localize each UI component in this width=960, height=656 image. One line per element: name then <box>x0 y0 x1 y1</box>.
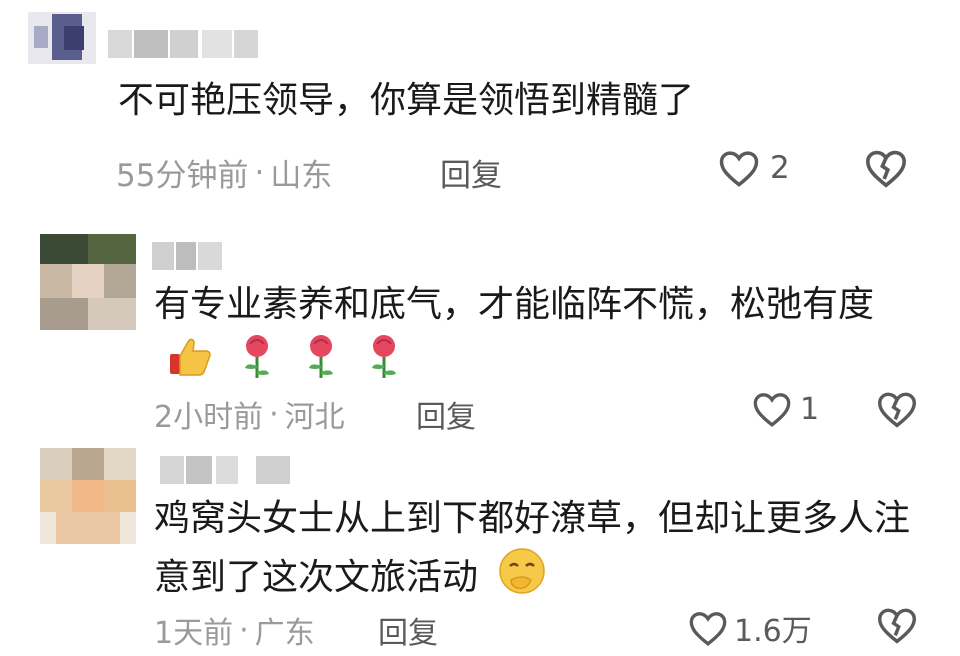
heart-icon <box>689 612 727 646</box>
timestamp: 1天前 <box>154 616 234 651</box>
emoji-rose <box>237 332 277 396</box>
comment-text: 不可艳压领导，你算是领悟到精髓了 <box>118 80 695 121</box>
comment-text: 鸡窝头女士从上到下都好潦草，但却让更多人注意到了这次文旅活动 <box>154 492 914 612</box>
username-blurred[interactable] <box>160 456 290 484</box>
broken-heart-icon <box>877 608 917 644</box>
avatar[interactable] <box>28 12 96 64</box>
reply-button[interactable]: 回复 <box>440 150 502 195</box>
reply-button[interactable]: 回复 <box>378 608 438 652</box>
broken-heart-icon <box>877 392 917 428</box>
dislike-button[interactable] <box>876 390 918 432</box>
like-button[interactable]: 1.6万 <box>688 606 812 650</box>
location: 广东 <box>254 616 315 651</box>
separator-dot: · <box>239 612 249 648</box>
dislike-button[interactable] <box>876 606 918 648</box>
location: 河北 <box>284 400 345 435</box>
comment-meta: 2小时前 · 河北 <box>154 392 345 436</box>
emoji-laugh-cover-face <box>497 546 547 612</box>
location: 山东 <box>270 158 333 194</box>
comment-meta: 1天前 · 广东 <box>154 608 315 652</box>
emoji-rose <box>301 332 341 396</box>
comment-item: 有专业素养和底气，才能临阵不慌，松弛有度 2小时前 · 河北 回复 1 <box>0 220 960 435</box>
like-count: 1.6万 <box>734 614 812 649</box>
heart-icon <box>753 393 791 427</box>
separator-dot: · <box>269 396 279 432</box>
avatar[interactable] <box>40 448 136 544</box>
like-button[interactable]: 1 <box>752 390 819 428</box>
comment-text: 有专业素养和底气，才能临阵不慌，松弛有度 <box>154 278 894 396</box>
emoji-rose <box>364 332 404 396</box>
username-blurred[interactable] <box>108 30 258 58</box>
emoji-thumbs-up <box>166 332 214 396</box>
separator-dot: · <box>254 154 265 191</box>
like-count: 1 <box>800 391 820 427</box>
comment-item: 不可艳压领导，你算是领悟到精髓了 55分钟前 · 山东 回复 2 <box>0 0 960 200</box>
like-button[interactable]: 2 <box>718 148 790 188</box>
comment-item: 鸡窝头女士从上到下都好潦草，但却让更多人注意到了这次文旅活动 1天前 · 广东 … <box>0 440 960 656</box>
dislike-button[interactable] <box>864 148 908 192</box>
like-count: 2 <box>770 150 790 186</box>
broken-heart-icon <box>865 150 907 188</box>
timestamp: 55分钟前 <box>116 158 249 194</box>
reply-button[interactable]: 回复 <box>416 392 476 436</box>
username-blurred[interactable] <box>152 242 222 270</box>
timestamp: 2小时前 <box>154 400 264 435</box>
comment-meta: 55分钟前 · 山东 <box>116 150 332 195</box>
avatar[interactable] <box>40 234 136 330</box>
heart-icon <box>719 151 759 187</box>
